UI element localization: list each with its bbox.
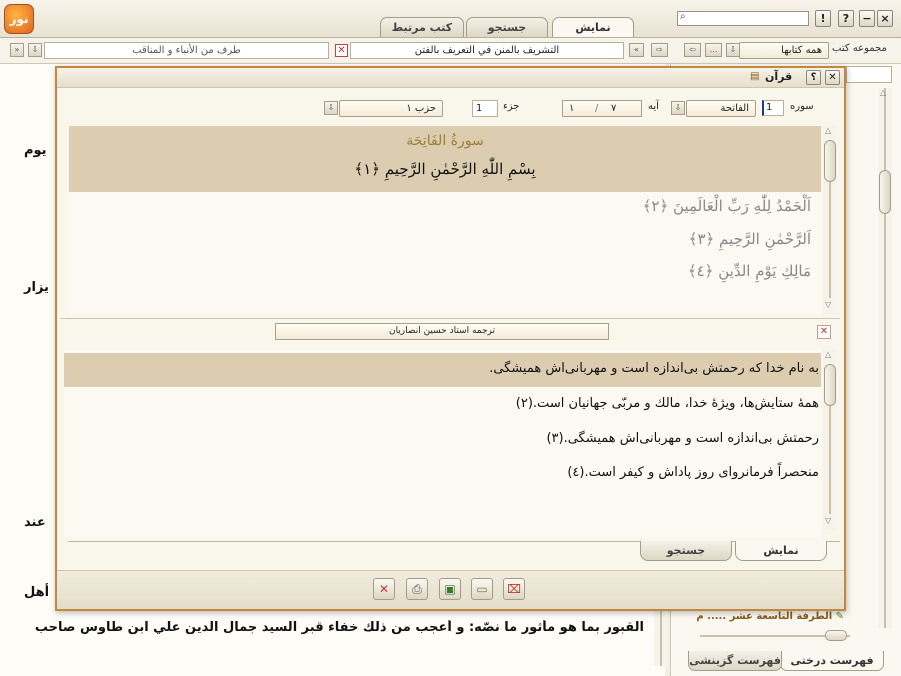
tab-tree-index[interactable]: فهرست درختی (780, 651, 884, 671)
tree-search-input[interactable] (846, 66, 892, 83)
surah-number-input[interactable]: 1 (762, 100, 784, 116)
clear-selection-icon[interactable]: ⌧ (503, 578, 525, 600)
more-options-button[interactable]: ... (705, 43, 722, 57)
surah-name-dropdown[interactable]: الفاتحة (686, 100, 756, 117)
collection-dropdown-arrow[interactable]: ⇩ (726, 43, 740, 57)
scroll-up-icon[interactable]: △ (825, 350, 831, 359)
scroll-down-icon[interactable]: ▽ (825, 300, 831, 309)
collection-label: مجموعه کتب (832, 43, 887, 54)
hizb-dropdown[interactable]: حزب ۱ (339, 100, 443, 117)
app-logo-text: نور (9, 12, 29, 26)
section-dropdown-arrow[interactable]: ⇩ (28, 43, 42, 57)
dialog-title-icon: ▤ (750, 71, 760, 82)
scroll-up-icon[interactable]: △ (880, 88, 886, 97)
tab-search[interactable]: جستجو (466, 17, 548, 37)
dialog-help-button[interactable]: ؟ (806, 70, 821, 85)
copy-icon[interactable]: ▭ (471, 578, 493, 600)
collection-dropdown[interactable]: همه کتابها (739, 42, 829, 59)
tree-item-icon: ✎ (835, 611, 844, 622)
surah-label: سوره (790, 101, 814, 112)
dialog-title-bar (57, 68, 844, 88)
help-button[interactable]: ? (838, 10, 854, 27)
delete-button[interactable]: ✕ (373, 578, 395, 600)
book-line: عند (24, 515, 46, 530)
juz-input[interactable]: 1 (472, 100, 498, 117)
book-line: يوم (24, 143, 47, 158)
expand-left-icon[interactable]: » (10, 43, 24, 57)
book-title-field[interactable]: التشريف بالمنن في التعريف بالفتن (350, 42, 624, 59)
close-translation-icon[interactable]: ✕ (817, 325, 831, 339)
export-icon[interactable]: ▣ (439, 578, 461, 600)
scroll-up-icon[interactable]: △ (825, 126, 831, 135)
quran-verse: اَلرَّحْمٰنِ الرَّحِيمِ ﴿٣﴾ (688, 230, 811, 248)
quran-scrollbar[interactable]: △ ▽ (823, 126, 837, 314)
tab-related-books[interactable]: کتب مرتبط (380, 17, 464, 37)
pane-divider[interactable] (60, 318, 840, 319)
tree-item[interactable]: ✎ الطرفة التاسعة عشر ..... م (684, 611, 844, 622)
close-window-button[interactable]: × (877, 10, 893, 27)
tab-selective-index[interactable]: فهرست گزینشی (688, 651, 782, 671)
tree-hscroll[interactable] (690, 630, 860, 642)
juz-label: جزء (503, 101, 520, 112)
nav-forward-icon[interactable]: ⇨ (651, 43, 668, 57)
dialog-close-button[interactable]: ✕ (825, 70, 840, 85)
translation-dropdown[interactable]: ترجمه استاد حسين انصاريان (275, 323, 609, 340)
ayah-to: ۱ (569, 103, 575, 114)
book-line: أهل (24, 585, 50, 600)
dialog-tab-display[interactable]: نمایش (735, 541, 827, 561)
dialog-tab-search[interactable]: جستجو (640, 541, 732, 561)
tab-display[interactable]: نمایش (552, 17, 634, 37)
book-line: يزار (24, 280, 49, 295)
ayah-from: ۷ (611, 103, 617, 114)
hizb-dropdown-arrow[interactable]: ⇩ (324, 101, 338, 115)
print-icon[interactable]: ⎙ (406, 578, 428, 600)
surah-header: سورةُ الفَاتِحَة (406, 133, 484, 149)
translation-line: همهٔ ستايش‌ها، ويژهٔ خدا، مالك و مربّی ج… (515, 396, 819, 411)
translation-line: رحمتش بی‌اندازه است و مهربانی‌اش هميشگی.… (546, 431, 819, 446)
top-search-input[interactable]: ⌕ (677, 11, 809, 26)
dialog-title: قرآن (765, 70, 793, 83)
translation-scrollbar[interactable]: △ ▽ (823, 350, 837, 530)
translation-line: به نام خدا كه رحمتش بی‌اندازه است و مهرب… (489, 361, 819, 376)
tree-item-label: الطرفة التاسعة عشر ..... م (696, 611, 833, 622)
book-line: القبور بما هو مأثور ما نصّه: و أعجب من ذ… (34, 620, 644, 635)
quran-verse: اَلْحَمْدُ لِلّٰهِ رَبِّ الْعَالَمِينَ ﴿… (642, 197, 811, 215)
nav-back-icon[interactable]: ⇦ (684, 43, 701, 57)
tree-scrollbar[interactable]: △ (878, 88, 892, 628)
ayah-range-input[interactable]: ۱ / ۷ (562, 100, 642, 117)
scroll-down-icon[interactable]: ▽ (825, 516, 831, 525)
minimize-button[interactable]: − (859, 10, 875, 27)
ayah-label: آيه (648, 101, 659, 112)
ayah-separator: / (595, 103, 599, 114)
search-icon: ⌕ (680, 11, 686, 22)
surah-dropdown-arrow[interactable]: ⇩ (671, 101, 685, 115)
close-book-icon[interactable]: ✕ (335, 44, 348, 57)
section-field[interactable]: طرف من الأنباء و المناقب (44, 42, 329, 59)
info-button[interactable]: ! (815, 10, 831, 27)
translation-line: منحصراً فرمانروای روز پاداش و كيفر است.(… (567, 465, 819, 480)
quran-verse: مَالِكِ يَوْمِ الدِّينِ ﴿٤﴾ (687, 262, 811, 280)
double-chevron-icon[interactable]: « (629, 43, 644, 57)
basmala-verse: بِسْمِ اللّٰهِ الرَّحْمٰنِ الرَّحِيمِ ﴿١… (354, 160, 536, 178)
app-logo[interactable]: نور (4, 4, 34, 34)
